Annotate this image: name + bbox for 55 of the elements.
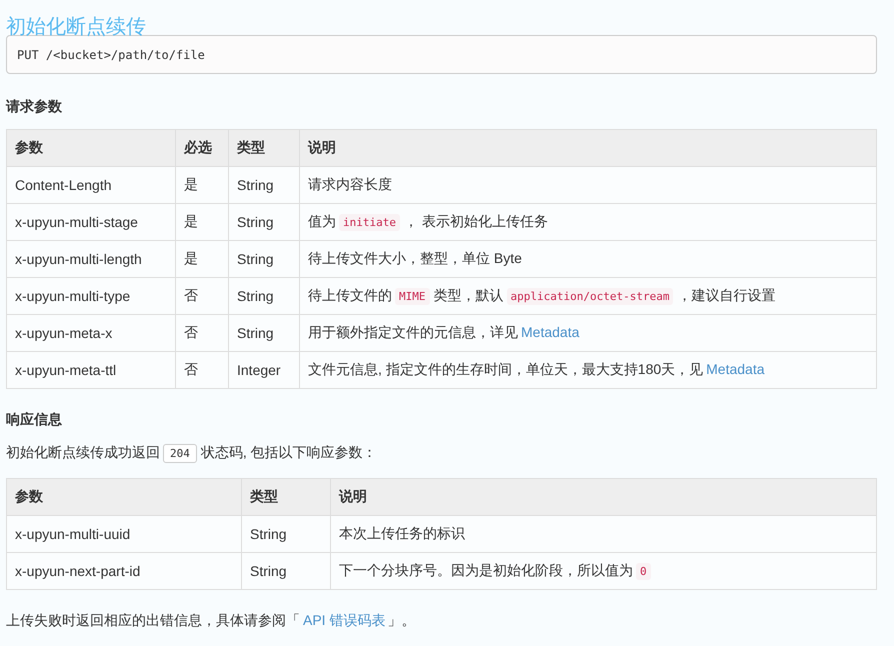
table-cell: x-upyun-multi-length — [6, 240, 176, 278]
table-cell: 是 — [176, 204, 228, 240]
section-heading: 响应信息 — [6, 410, 63, 428]
paragraph-text: 状态码, 包括以下响应参数： — [200, 444, 377, 460]
cell-text: 用于额外指定文件的元信息，详见 — [308, 324, 518, 340]
cell-text: 类型，默认 — [434, 287, 504, 303]
metadata-link[interactable]: Metadata — [706, 361, 765, 377]
table-cell: x-upyun-next-part-id — [6, 552, 242, 590]
table-cell: Integer — [228, 352, 300, 388]
metadata-link[interactable]: API 错误码表 — [303, 612, 386, 628]
inline-code: application/octet-stream — [506, 288, 674, 305]
column-header: 说明 — [300, 130, 876, 166]
paragraph-text: 」。 — [387, 612, 416, 628]
table-cell: 否 — [176, 352, 228, 388]
inline-code: initiate — [339, 214, 400, 231]
table-cell: String — [228, 278, 300, 314]
cell-text: 请求内容长度 — [308, 176, 392, 192]
table-cell: x-upyun-multi-stage — [6, 204, 176, 240]
table-cell: String — [242, 516, 330, 552]
inline-code: MIME — [395, 288, 430, 305]
table-cell: String — [228, 314, 300, 352]
paragraph-text: 初始化断点续传成功返回 — [6, 444, 160, 460]
cell-text: 下一个分块序号。因为是初始化阶段，所以值为 — [339, 562, 633, 578]
table-cell: 是 — [176, 166, 228, 204]
column-header: 类型 — [242, 478, 330, 516]
column-header: 说明 — [330, 478, 876, 516]
column-header: 参数 — [6, 130, 176, 166]
table-cell: String — [228, 166, 300, 204]
table-cell: x-upyun-meta-ttl — [6, 352, 176, 388]
section-heading: 请求参数 — [6, 97, 63, 115]
metadata-link[interactable]: Metadata — [521, 324, 580, 340]
table-cell: String — [228, 204, 300, 240]
table-cell: x-upyun-meta-x — [6, 314, 176, 352]
table-cell: x-upyun-multi-uuid — [6, 516, 242, 552]
cell-text: ， 表示初始化上传任务 — [404, 213, 548, 229]
cell-text: 文件元信息, 指定文件的生存时间，单位天，最大支持180天，见 — [308, 361, 704, 377]
column-header: 参数 — [6, 478, 242, 516]
paragraph-text: 上传失败时返回相应的出错信息，具体请参阅「 — [6, 612, 300, 628]
column-header: 类型 — [228, 130, 300, 166]
inline-code: 0 — [636, 563, 651, 580]
table-cell: 否 — [176, 314, 228, 352]
cell-text: 待上传文件的 — [308, 287, 392, 303]
code-block: PUT /<bucket>/path/to/file — [6, 35, 877, 74]
table-cell: Content-Length — [6, 166, 176, 204]
table-cell: 否 — [176, 278, 228, 314]
table-cell: 是 — [176, 240, 228, 278]
table-cell: x-upyun-multi-type — [6, 278, 176, 314]
status-code: 204 — [163, 444, 197, 463]
cell-text: 待上传文件大小，整型，单位 Byte — [308, 250, 522, 266]
table-cell: String — [242, 552, 330, 590]
column-header: 必选 — [176, 130, 228, 166]
cell-text: 值为 — [308, 213, 336, 229]
cell-text: 本次上传任务的标识 — [339, 525, 465, 541]
table-cell: String — [228, 240, 300, 278]
cell-text: ，建议自行设置 — [677, 287, 776, 303]
